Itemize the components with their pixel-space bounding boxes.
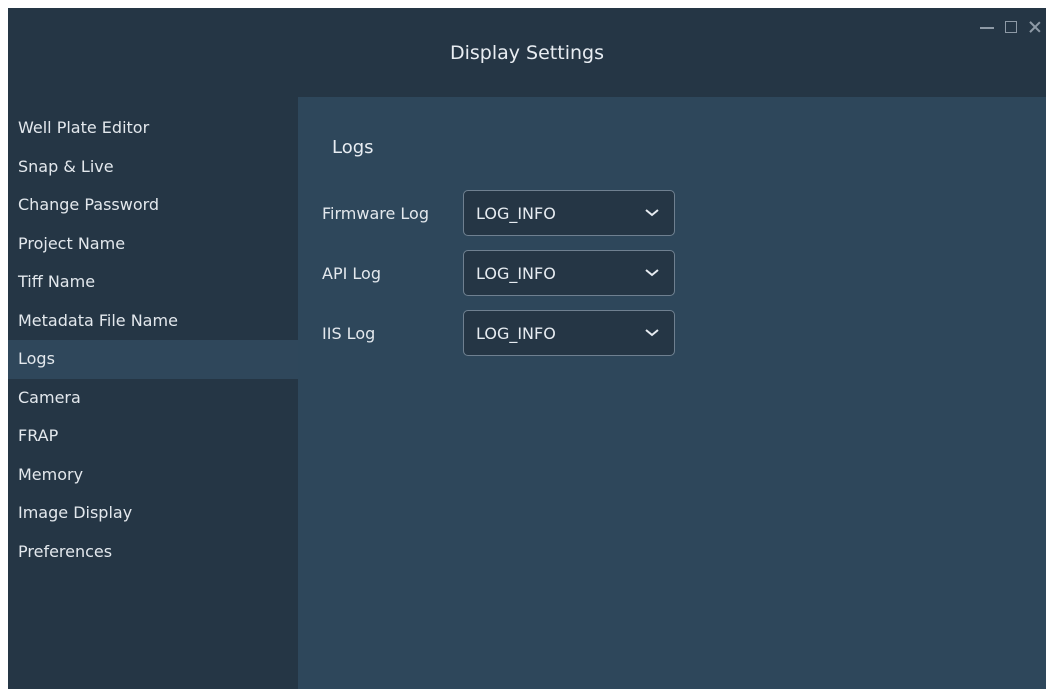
sidebar-item-camera[interactable]: Camera [8,379,298,418]
sidebar-item-tiff-name[interactable]: Tiff Name [8,263,298,302]
chevron-down-icon [645,329,659,337]
sidebar-item-memory[interactable]: Memory [8,456,298,495]
sidebar-item-logs[interactable]: Logs [8,340,298,379]
window-controls [980,20,1042,34]
firmware-log-row: Firmware Log LOG_INFO [322,189,675,237]
api-log-label: API Log [322,263,381,283]
title-bar: Display Settings [8,8,1046,97]
logs-panel: Logs Firmware Log LOG_INFO API Log LOG_I… [298,97,1046,689]
sidebar-item-image-display[interactable]: Image Display [8,494,298,533]
firmware-log-select[interactable]: LOG_INFO [463,190,675,236]
window-title: Display Settings [449,42,604,64]
sidebar-item-metadata-file-name[interactable]: Metadata File Name [8,302,298,341]
sidebar-item-snap-live[interactable]: Snap & Live [8,148,298,187]
chevron-down-icon [645,209,659,217]
chevron-down-icon [645,269,659,277]
minimize-icon[interactable] [980,20,994,34]
iis-log-label: IIS Log [322,323,376,343]
firmware-log-value: LOG_INFO [476,203,556,223]
sidebar-item-project-name[interactable]: Project Name [8,225,298,264]
sidebar-item-change-password[interactable]: Change Password [8,186,298,225]
iis-log-select[interactable]: LOG_INFO [463,310,675,356]
sidebar-item-frap[interactable]: FRAP [8,417,298,456]
api-log-row: API Log LOG_INFO [322,249,675,297]
sidebar-item-preferences[interactable]: Preferences [8,533,298,572]
settings-sidebar: Well Plate Editor Snap & Live Change Pas… [8,97,298,689]
api-log-value: LOG_INFO [476,263,556,283]
firmware-log-label: Firmware Log [322,203,429,223]
iis-log-value: LOG_INFO [476,323,556,343]
section-title: Logs [332,137,374,158]
sidebar-list: Well Plate Editor Snap & Live Change Pas… [8,97,298,571]
api-log-select[interactable]: LOG_INFO [463,250,675,296]
maximize-icon[interactable] [1004,20,1018,34]
sidebar-item-well-plate-editor[interactable]: Well Plate Editor [8,109,298,148]
iis-log-row: IIS Log LOG_INFO [322,309,675,357]
settings-window: Display Settings Well Plate Editor Snap … [8,8,1046,689]
close-icon[interactable] [1028,20,1042,34]
